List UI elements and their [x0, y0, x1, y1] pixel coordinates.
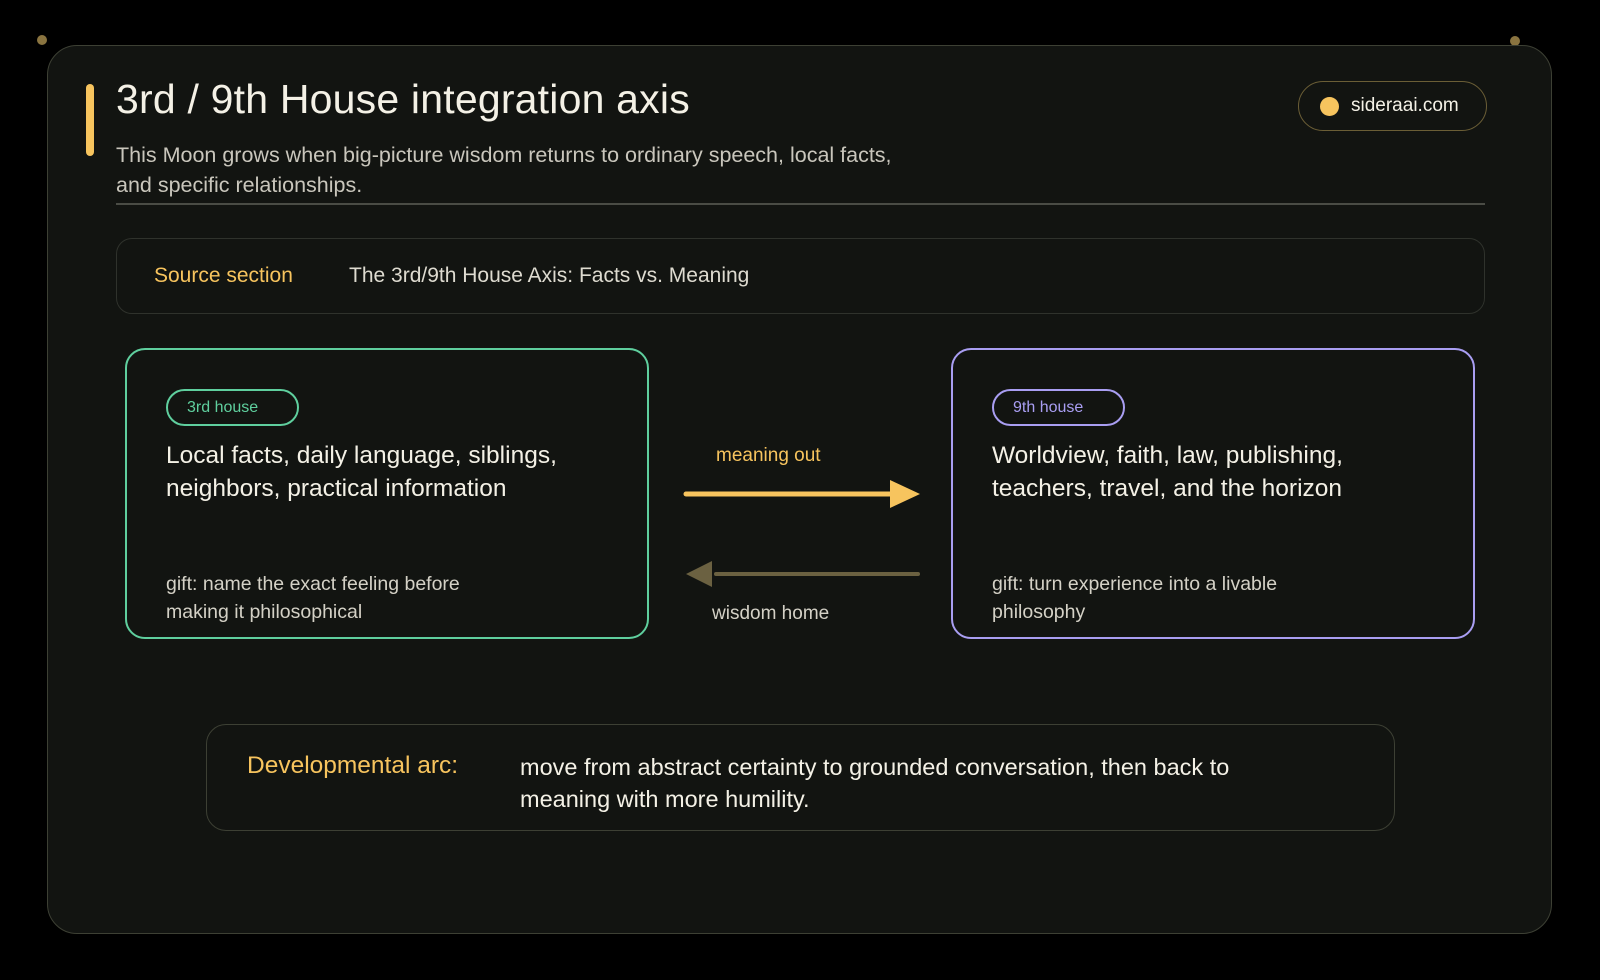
third-house-card: 3rd house Local facts, daily language, s…	[125, 348, 649, 639]
ninth-house-description: Worldview, faith, law, publishing, teach…	[992, 442, 1343, 502]
wisdom-home-arrow-icon	[686, 561, 920, 587]
meaning-out-arrow-icon	[683, 480, 920, 508]
third-house-tag: 3rd house	[166, 389, 299, 426]
third-house-description: Local facts, daily language, siblings, n…	[166, 442, 557, 502]
corner-dot-left	[37, 35, 47, 45]
brand-label: sideraai.com	[1351, 95, 1459, 116]
meaning-out-label: meaning out	[716, 445, 821, 466]
page-subtitle: This Moon grows when big-picture wisdom …	[116, 143, 892, 197]
developmental-arc-label: Developmental arc:	[247, 752, 459, 779]
ninth-house-card: 9th house Worldview, faith, law, publish…	[951, 348, 1475, 639]
brand-pill[interactable]: sideraai.com	[1298, 81, 1487, 131]
brand-dot-icon	[1320, 96, 1339, 116]
source-section-label: Source section	[154, 264, 293, 287]
axis-arrows	[683, 480, 920, 587]
developmental-arc-text: move from abstract certainty to grounded…	[520, 754, 1230, 812]
source-section-value: The 3rd/9th House Axis: Facts vs. Meanin…	[349, 264, 750, 287]
title-accent-bar	[86, 84, 94, 156]
ninth-house-tag: 9th house	[992, 389, 1125, 426]
wisdom-home-label: wisdom home	[712, 603, 830, 624]
source-section-box: Source section The 3rd/9th House Axis: F…	[116, 238, 1485, 314]
third-house-gift: gift: name the exact feeling before maki…	[166, 573, 460, 623]
ninth-house-gift: gift: turn experience into a livable phi…	[992, 573, 1278, 623]
developmental-arc-box: Developmental arc: move from abstract ce…	[206, 724, 1395, 831]
header-divider	[116, 203, 1485, 205]
page-title: 3rd / 9th House integration axis	[116, 76, 690, 122]
